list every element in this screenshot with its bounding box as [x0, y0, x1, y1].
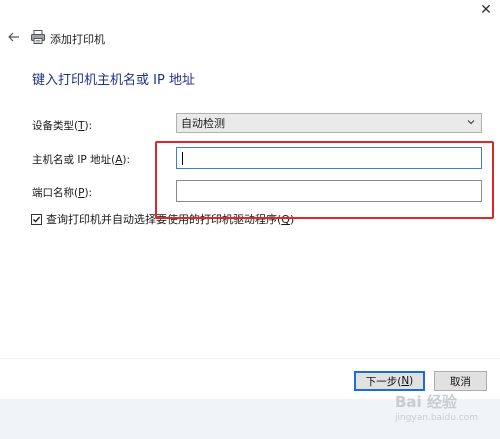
cancel-button[interactable]: 取消 [434, 371, 487, 391]
close-button[interactable]: ✕ [472, 0, 500, 20]
device-type-select[interactable]: 自动检测 [176, 113, 482, 133]
watermark-url: jingyan.baidu.com [395, 413, 479, 423]
query-driver-checkbox[interactable] [31, 213, 42, 225]
footer-divider [0, 358, 500, 359]
next-button[interactable]: 下一步(N) [354, 371, 425, 391]
close-icon: ✕ [480, 2, 492, 18]
chevron-down-icon [467, 120, 475, 125]
port-label: 端口名称(P): [32, 187, 93, 199]
baidu-watermark: Bai 经验 jingyan.baidu.com [395, 394, 495, 434]
checkmark-icon [33, 216, 41, 223]
arrow-left-icon [8, 32, 19, 42]
add-printer-dialog: ✕ 添加打印机 键入打印机主机名或 IP 地址 设备类型(T): 自动检测 主机… [0, 0, 500, 399]
device-type-label: 设备类型(T): [32, 120, 93, 132]
watermark-brand: Bai 经验 [395, 393, 457, 411]
title-bar: ✕ [0, 0, 500, 22]
host-label: 主机名或 IP 地址(A): [32, 154, 131, 166]
page-heading: 键入打印机主机名或 IP 地址 [32, 73, 195, 88]
device-type-value: 自动检测 [181, 117, 225, 130]
annotation-highlight-box [155, 141, 494, 219]
wizard-title: 添加打印机 [50, 33, 105, 46]
printer-icon [30, 29, 46, 45]
back-button[interactable] [6, 29, 22, 45]
